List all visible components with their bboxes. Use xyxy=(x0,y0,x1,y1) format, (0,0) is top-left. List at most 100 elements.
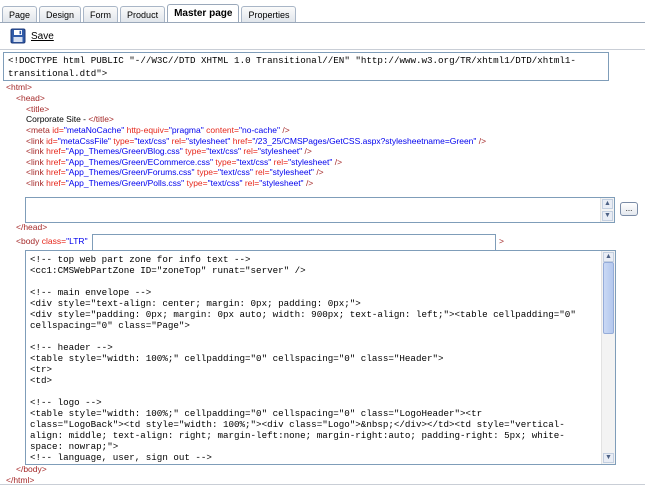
markup-attr-name: href= xyxy=(46,178,66,188)
save-icon[interactable] xyxy=(10,28,26,44)
markup-attr-value: "text/css" xyxy=(236,156,272,167)
code-line: <table style="width: 100%;" cellpadding=… xyxy=(30,353,444,364)
markup-attr-value: "stylesheet" xyxy=(257,146,303,157)
code-line: cellspacing="0" class="Page"> xyxy=(30,320,190,331)
body-open-tag: <body xyxy=(16,236,40,246)
tab-strip: Page Design Form Product Master page Pro… xyxy=(2,4,298,23)
title-close-tag: </title> xyxy=(88,114,114,124)
tab-page[interactable]: Page xyxy=(2,6,38,23)
title-text: Corporate Site - xyxy=(26,114,89,124)
scroll-up-icon[interactable]: ▲ xyxy=(603,252,614,262)
markup-attr-value: "text/css" xyxy=(207,178,243,188)
tab-form[interactable]: Form xyxy=(83,6,119,23)
code-line: <tr> xyxy=(30,364,53,375)
markup-attr-name: type= xyxy=(113,135,135,146)
toolbar: Save xyxy=(10,28,54,44)
toolbar-divider xyxy=(0,49,645,50)
markup-attr-name: href= xyxy=(46,156,66,167)
markup-attr-name: type= xyxy=(185,146,207,157)
head-close-tag: </head> xyxy=(16,222,48,232)
code-scrollbar[interactable]: ▲ ▼ xyxy=(601,251,615,464)
markup-tag-end: /> xyxy=(303,178,314,188)
code-line: <td> xyxy=(30,375,53,386)
markup-attr-value: "text/css" xyxy=(217,167,253,178)
head-markup-line: <meta id="metaNoCache" http-equiv="pragm… xyxy=(26,125,290,135)
markup-tag-end: /> xyxy=(332,156,343,167)
markup-tag-end: /> xyxy=(313,167,324,178)
markup-attr-value: "stylesheet" xyxy=(186,135,231,146)
markup-tag-name: <link xyxy=(26,167,44,178)
markup-attr-value: "metaCssFile" xyxy=(57,135,111,146)
markup-attr-name: href= xyxy=(46,146,66,157)
markup-attr-name: href= xyxy=(232,135,253,146)
body-open-line: <body class="LTR" xyxy=(16,236,88,246)
markup-tag-end: /> xyxy=(476,135,487,146)
save-button[interactable]: Save xyxy=(31,31,54,42)
master-page-code-editor[interactable]: <!-- top web part zone for info text -->… xyxy=(25,250,616,465)
markup-attr-name: type= xyxy=(186,178,208,188)
tab-master-page[interactable]: Master page xyxy=(167,4,240,23)
markup-attr-name: rel= xyxy=(243,146,258,157)
title-line: Corporate Site - </title> xyxy=(26,114,114,124)
markup-attr-name: href= xyxy=(46,167,66,178)
markup-attr-value: "/23_25/CMSPages/GetCSS.aspx?stylesheetn… xyxy=(252,135,477,146)
scroll-up-icon[interactable]: ▲ xyxy=(602,199,613,209)
scroll-down-icon[interactable]: ▼ xyxy=(603,453,614,463)
markup-attr-value: "stylesheet" xyxy=(288,156,333,167)
markup-attr-name: http-equiv= xyxy=(126,125,169,135)
markup-attr-value: "metaNoCache" xyxy=(63,125,125,135)
markup-tag-end: /> xyxy=(280,125,290,135)
markup-attr-name: content= xyxy=(206,125,239,135)
markup-attr-name: rel= xyxy=(171,135,187,146)
markup-attr-name: id= xyxy=(52,125,64,135)
tab-divider xyxy=(0,22,645,23)
markup-attr-name: type= xyxy=(215,156,237,167)
head-markup-line: <link href="App_Themes/Green/ECommerce.c… xyxy=(26,157,342,167)
code-line: <!-- header --> xyxy=(30,342,113,353)
tab-design[interactable]: Design xyxy=(39,6,82,23)
html-open-tag: <html> xyxy=(6,82,32,92)
code-line: <div style="text-align: center; margin: … xyxy=(30,298,361,309)
body-attr-value: "LTR" xyxy=(66,236,88,246)
head-custom-textarea[interactable]: ▲ ▼ xyxy=(25,197,615,223)
markup-attr-value: "stylesheet" xyxy=(259,178,304,188)
browse-button[interactable]: ... xyxy=(620,202,638,216)
code-line: space: nowrap;"> xyxy=(30,441,119,452)
doctype-textarea[interactable]: <!DOCTYPE html PUBLIC "-//W3C//DTD XHTML… xyxy=(3,52,609,81)
title-open-tag: <title> xyxy=(26,104,50,114)
bottom-divider xyxy=(0,484,645,485)
head-textarea-scrollbar[interactable]: ▲ ▼ xyxy=(600,198,614,222)
markup-attr-name: type= xyxy=(196,167,218,178)
body-close-tag: </body> xyxy=(16,464,47,474)
markup-attr-value: "App_Themes/Green/Forums.css" xyxy=(65,167,195,178)
head-open-tag: <head> xyxy=(16,93,45,103)
code-line: <cc1:CMSWebPartZone ID="zoneTop" runat="… xyxy=(30,265,306,276)
markup-tag-name: <link xyxy=(26,156,44,167)
scroll-down-icon[interactable]: ▼ xyxy=(602,211,613,221)
scroll-thumb[interactable] xyxy=(603,262,614,334)
markup-attr-value: "pragma" xyxy=(168,125,204,135)
head-markup-line: <link href="App_Themes/Green/Polls.css" … xyxy=(26,178,313,188)
code-line: <table style="width: 100%;" cellpadding=… xyxy=(30,408,483,419)
markup-attr-value: "text/css" xyxy=(206,146,242,157)
markup-attr-value: "no-cache" xyxy=(238,125,280,135)
code-line: <!-- top web part zone for info text --> xyxy=(30,254,251,265)
tab-product[interactable]: Product xyxy=(120,6,166,23)
tab-properties[interactable]: Properties xyxy=(241,6,297,23)
markup-tag-name: <link xyxy=(26,135,44,146)
code-line: <div style="padding: 0px; margin: 0px au… xyxy=(30,309,576,320)
markup-tag-name: <link xyxy=(26,146,44,157)
markup-attr-value: "App_Themes/Green/ECommerce.css" xyxy=(65,156,213,167)
code-line: <!-- language, user, sign out --> xyxy=(30,452,212,463)
markup-attr-name: id= xyxy=(46,135,58,146)
code-line: <!-- logo --> xyxy=(30,397,102,408)
markup-attr-value: "App_Themes/Green/Blog.css" xyxy=(65,146,183,157)
body-gt-char: > xyxy=(499,236,504,246)
head-markup-line: <link href="App_Themes/Green/Forums.css"… xyxy=(26,167,324,177)
body-class-input[interactable] xyxy=(92,234,496,251)
code-content: <!-- top web part zone for info text -->… xyxy=(30,254,599,463)
markup-attr-name: rel= xyxy=(244,178,260,188)
